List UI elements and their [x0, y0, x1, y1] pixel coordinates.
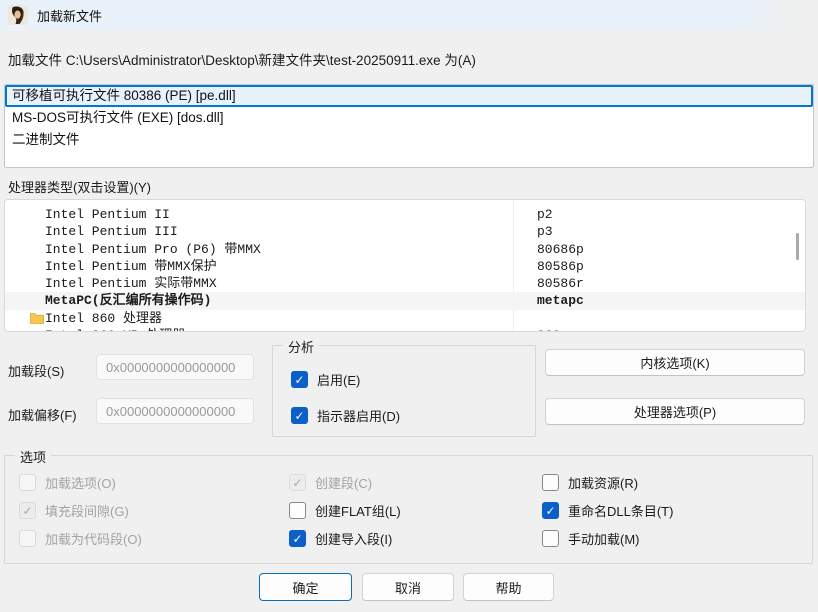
checkbox-create-flat-group[interactable]: 创建FLAT组(L) — [289, 501, 401, 520]
processor-row-selected[interactable]: MetaPC(反汇编所有操作码) metapc — [5, 292, 805, 309]
checkbox-create-imports-segment[interactable]: 创建导入段(I) — [289, 529, 401, 548]
checkbox-checked-icon — [542, 502, 559, 519]
checkbox-load-options: 加载选项(O) — [19, 473, 142, 492]
processor-row[interactable]: Intel Pentium 实际带MMX 80586r — [5, 275, 805, 292]
options-group-title: 选项 — [15, 447, 51, 466]
checkbox-load-resources[interactable]: 加载资源(R) — [542, 473, 673, 492]
checkbox-checked-disabled-icon — [289, 474, 306, 491]
checkbox-fill-segment-gaps: 填充段间隙(G) — [19, 501, 142, 520]
ida-logo-icon — [8, 5, 28, 25]
checkbox-checked-disabled-icon — [19, 502, 36, 519]
checkbox-analysis-enable[interactable]: 启用(E) — [291, 370, 400, 389]
options-groupbox: 选项 加载选项(O) 填充段间隙(G) 加载为代码段(O) 创建段(C) 创建F… — [4, 455, 813, 564]
processor-row[interactable]: Intel Pentium 带MMX保护 80586p — [5, 258, 805, 275]
checkbox-manual-load[interactable]: 手动加载(M) — [542, 529, 673, 548]
load-segment-input — [96, 354, 254, 380]
processor-row-partial[interactable]: Intel 860 XR 处理器 860xr — [5, 327, 805, 332]
processor-type-label: 处理器类型(双击设置)(Y) — [8, 177, 151, 196]
load-offset-label: 加载偏移(F) — [8, 405, 77, 424]
processor-row[interactable]: Intel Pentium II p2 — [5, 206, 805, 223]
ok-button[interactable]: 确定 — [259, 573, 352, 601]
load-segment-label: 加载段(S) — [8, 361, 64, 380]
checkbox-checked-icon — [291, 407, 308, 424]
checkbox-unchecked-icon — [542, 530, 559, 547]
load-offset-input — [96, 398, 254, 424]
file-type-item-binary[interactable]: 二进制文件 — [5, 129, 813, 151]
file-type-item-pe[interactable]: 可移植可执行文件 80386 (PE) [pe.dll] — [5, 85, 813, 107]
folder-icon — [30, 312, 44, 324]
checkbox-unchecked-disabled-icon — [19, 474, 36, 491]
checkbox-rename-dll-entries[interactable]: 重命名DLL条目(T) — [542, 501, 673, 520]
cancel-button[interactable]: 取消 — [362, 573, 454, 601]
processor-row[interactable]: Intel Pentium Pro (P6) 带MMX 80686p — [5, 241, 805, 258]
checkbox-create-segments: 创建段(C) — [289, 473, 401, 492]
analysis-group-title: 分析 — [283, 337, 319, 356]
processor-row[interactable]: Intel Pentium III p3 — [5, 223, 805, 240]
checkbox-unchecked-icon — [289, 502, 306, 519]
file-type-item-dos[interactable]: MS-DOS可执行文件 (EXE) [dos.dll] — [5, 107, 813, 129]
processor-listbox: Intel Pentium II p2 Intel Pentium III p3… — [4, 199, 806, 332]
kernel-options-button[interactable]: 内核选项(K) — [545, 349, 805, 376]
load-file-path-label: 加载文件 C:\Users\Administrator\Desktop\新建文件… — [8, 49, 476, 69]
processor-options-button[interactable]: 处理器选项(P) — [545, 398, 805, 425]
window-title: 加载新文件 — [37, 6, 102, 25]
checkbox-unchecked-disabled-icon — [19, 530, 36, 547]
processor-row-folder[interactable]: Intel 860 处理器 — [5, 310, 805, 327]
file-type-listbox: 可移植可执行文件 80386 (PE) [pe.dll] MS-DOS可执行文件… — [4, 84, 814, 168]
checkbox-checked-icon — [291, 371, 308, 388]
title-bar: 加载新文件 — [0, 0, 818, 30]
scrollbar-thumb[interactable] — [796, 233, 799, 260]
checkbox-indicator-enable[interactable]: 指示器启用(D) — [291, 406, 400, 425]
checkbox-load-as-code-segment: 加载为代码段(O) — [19, 529, 142, 548]
checkbox-unchecked-icon — [542, 474, 559, 491]
analysis-groupbox: 分析 启用(E) 指示器启用(D) — [272, 345, 536, 437]
help-button[interactable]: 帮助 — [463, 573, 554, 601]
checkbox-checked-icon — [289, 530, 306, 547]
